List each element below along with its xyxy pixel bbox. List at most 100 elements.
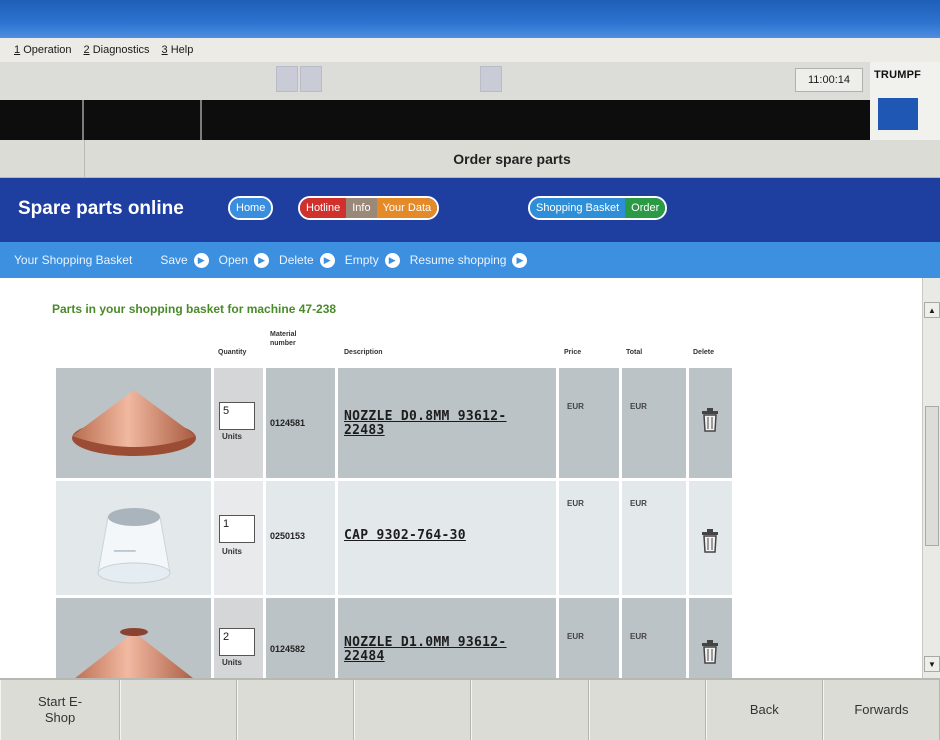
forwards-button[interactable]: Forwards xyxy=(822,680,940,740)
status-bar xyxy=(0,100,870,140)
basket-pill: Shopping Basket Order xyxy=(528,196,668,220)
total-cell: EUR xyxy=(622,598,686,678)
open-button[interactable]: Open ▶ xyxy=(219,252,270,268)
circle-arrow-icon: ▶ xyxy=(512,252,528,268)
description-cell: NOZZLE D1.0MM 93612-22484 xyxy=(338,598,556,678)
basket-label: Your Shopping Basket xyxy=(14,253,133,267)
col-header-material-number: Material number xyxy=(270,331,297,347)
home-button[interactable]: Home xyxy=(230,198,272,218)
scrollbar-thumb[interactable] xyxy=(925,406,939,546)
menu-help[interactable]: 3 Help xyxy=(162,44,194,56)
service-pill: Hotline Info Your Data xyxy=(298,196,440,220)
material-number: 0124581 xyxy=(270,418,306,428)
trash-icon[interactable] xyxy=(701,640,719,664)
material-number: 0124582 xyxy=(270,644,306,654)
delete-cell xyxy=(689,368,732,478)
price-cell: EUR xyxy=(559,598,619,678)
clock-display: 11:00:14 xyxy=(795,68,863,92)
brand-logo-block xyxy=(878,98,918,130)
info-button[interactable]: Info xyxy=(346,198,377,218)
home-pill: Home xyxy=(228,196,274,220)
quantity-cell: 2 Units xyxy=(214,598,263,678)
vertical-scrollbar[interactable]: ▲ ▼ xyxy=(922,278,940,678)
quantity-cell: 5 Units xyxy=(214,368,263,478)
menu-operation[interactable]: 1 Operation xyxy=(14,44,72,56)
resume-shopping-button[interactable]: Resume shopping ▶ xyxy=(410,252,528,268)
toolbar-button-3[interactable] xyxy=(480,66,502,92)
material-number: 0250153 xyxy=(270,531,306,541)
material-number-cell: 0124582 xyxy=(266,598,335,678)
trash-icon[interactable] xyxy=(701,408,719,432)
price-cell: EUR xyxy=(559,368,619,478)
menu-bar: 1 Operation 2 Diagnostics 3 Help xyxy=(0,38,940,62)
total-cell: EUR xyxy=(622,368,686,478)
function-key-6[interactable] xyxy=(588,680,706,740)
brand-logo: TRUMPF xyxy=(874,69,922,81)
toolbar-button-2[interactable] xyxy=(300,66,322,92)
circle-arrow-icon: ▶ xyxy=(193,252,209,268)
col-header-description: Description xyxy=(344,349,383,356)
units-label: Units xyxy=(222,547,242,556)
shopping-basket-button[interactable]: Shopping Basket xyxy=(530,198,626,218)
function-key-4[interactable] xyxy=(354,680,472,740)
window-titlebar xyxy=(0,0,940,38)
function-key-bar: Start E-Shop Back Forwards xyxy=(0,678,940,740)
content-heading: Parts in your shopping basket for machin… xyxy=(52,302,337,316)
total-value: EUR xyxy=(630,632,647,641)
empty-button[interactable]: Empty ▶ xyxy=(345,252,400,268)
function-key-5[interactable] xyxy=(471,680,589,740)
price-cell: EUR xyxy=(559,481,619,595)
toolbar: 11:00:14 xyxy=(0,62,940,100)
your-data-button[interactable]: Your Data xyxy=(376,198,438,218)
description-link[interactable]: NOZZLE D1.0MM 93612-22484 xyxy=(344,636,544,664)
col-header-quantity: Quantity xyxy=(218,349,247,356)
status-divider xyxy=(82,100,84,140)
start-eshop-button[interactable]: Start E-Shop xyxy=(0,680,120,740)
price-value: EUR xyxy=(567,632,584,641)
col-header-total: Total xyxy=(626,349,643,356)
back-button[interactable]: Back xyxy=(705,680,823,740)
description-cell: CAP 9302-764-30 xyxy=(338,481,556,595)
table-row: 5 Units 0124581 NOZZLE D0.8MM 93612-2248… xyxy=(56,368,732,478)
basket-toolbar: Your Shopping Basket Save ▶ Open ▶ Delete ▶… xyxy=(0,242,940,278)
page-title: Order spare parts xyxy=(453,151,571,167)
status-divider xyxy=(200,100,202,140)
basket-content: Parts in your shopping basket for machin… xyxy=(0,278,922,678)
quantity-input[interactable]: 5 xyxy=(219,402,255,430)
part-image xyxy=(56,368,211,478)
copper-nozzle-icon xyxy=(72,390,196,456)
units-label: Units xyxy=(222,658,242,667)
site-nav: Spare parts online Home Hotline Info You… xyxy=(0,178,940,242)
total-cell: EUR xyxy=(622,481,686,595)
description-link[interactable]: CAP 9302-764-30 xyxy=(344,529,544,543)
hotline-button[interactable]: Hotline xyxy=(300,198,347,218)
col-header-price: Price xyxy=(564,349,582,356)
site-title: Spare parts online xyxy=(18,198,184,219)
delete-button[interactable]: Delete ▶ xyxy=(279,252,335,268)
function-key-3[interactable] xyxy=(237,680,355,740)
total-value: EUR xyxy=(630,499,647,508)
menu-diagnostics[interactable]: 2 Diagnostics xyxy=(84,44,150,56)
save-button[interactable]: Save ▶ xyxy=(160,252,209,268)
copper-nozzle-icon xyxy=(75,628,193,678)
description-link[interactable]: NOZZLE D0.8MM 93612-22483 xyxy=(344,410,544,438)
quantity-input[interactable]: 1 xyxy=(219,515,255,543)
quantity-input[interactable]: 2 xyxy=(219,628,255,656)
description-cell: NOZZLE D0.8MM 93612-22483 xyxy=(338,368,556,478)
function-key-2[interactable] xyxy=(120,680,238,740)
col-header-delete: Delete xyxy=(693,349,715,356)
toolbar-button-1[interactable] xyxy=(276,66,298,92)
brand-panel: TRUMPF xyxy=(870,62,940,140)
page-header: Order spare parts xyxy=(0,140,940,178)
trash-icon[interactable] xyxy=(701,529,719,553)
order-button[interactable]: Order xyxy=(625,198,666,218)
delete-cell xyxy=(689,598,732,678)
part-image: ━━━━━━ xyxy=(56,481,211,595)
total-value: EUR xyxy=(630,402,647,411)
scroll-down-arrow-icon[interactable]: ▼ xyxy=(924,656,940,672)
quantity-cell: 1 Units xyxy=(214,481,263,595)
circle-arrow-icon: ▶ xyxy=(254,252,270,268)
price-value: EUR xyxy=(567,402,584,411)
scroll-up-arrow-icon[interactable]: ▲ xyxy=(924,302,940,318)
units-label: Units xyxy=(222,432,242,441)
